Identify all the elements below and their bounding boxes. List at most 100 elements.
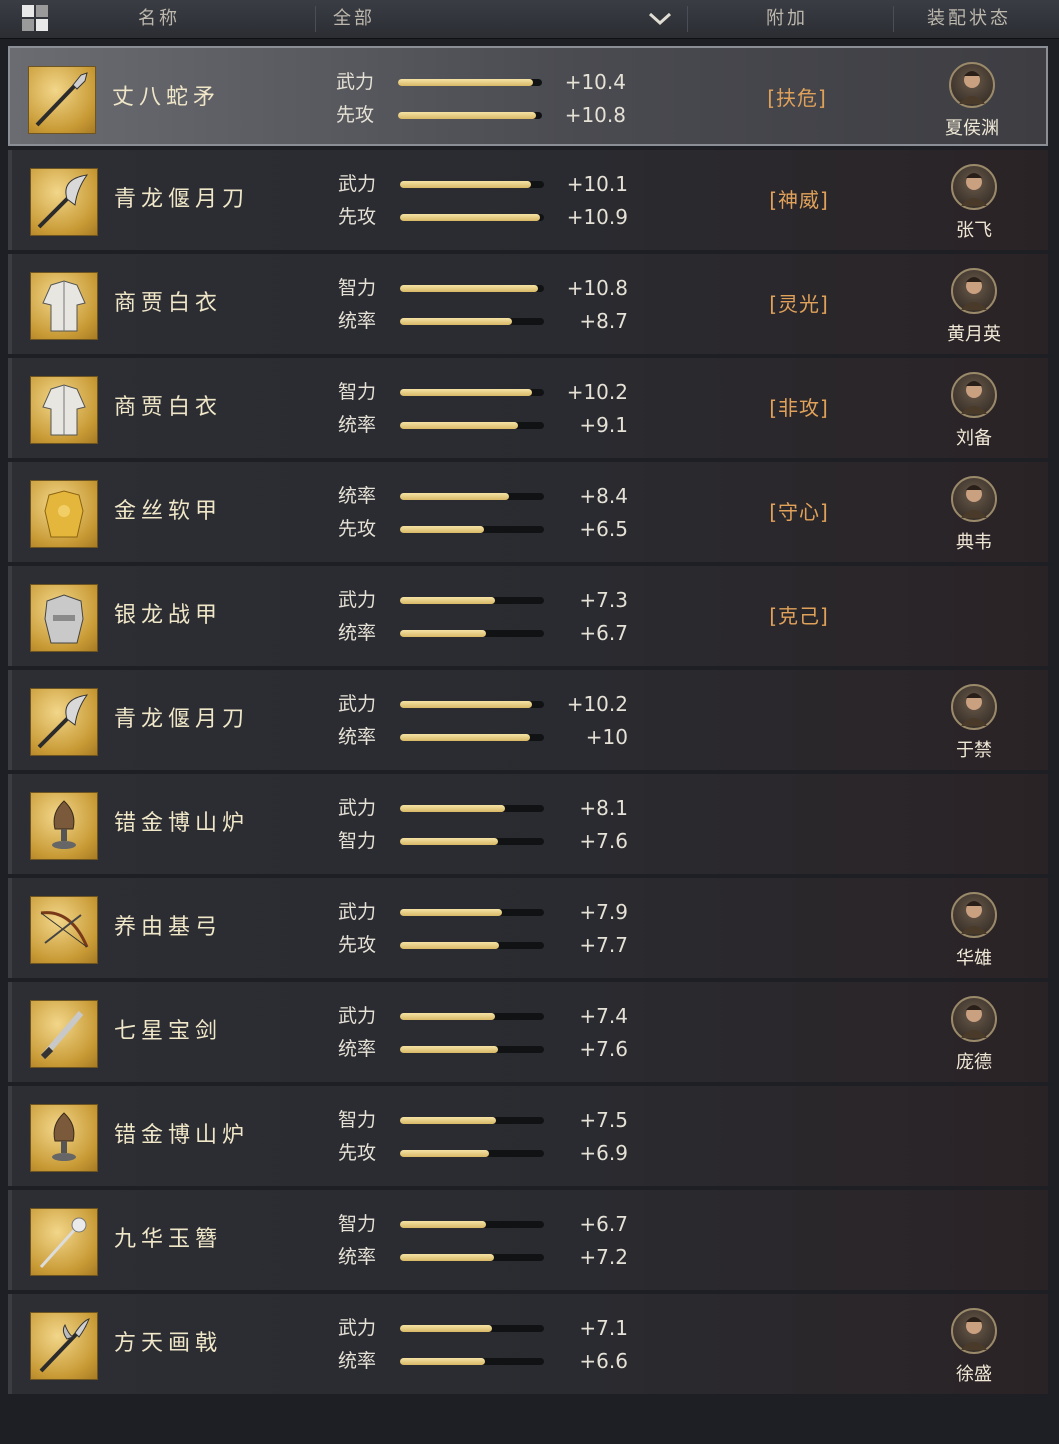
stat-value: +7.4 [579,1004,628,1028]
list-item[interactable]: 方天画戟 武力 +7.1 统率 +6.6 徐盛 [8,1294,1048,1394]
bonus-column-header[interactable]: 附加 [766,0,808,38]
stat-bar-fill [400,942,500,949]
stat-row: 武力 +7.3 [338,586,628,614]
list-item[interactable]: 丈八蛇矛 武力 +10.4 先攻 +10.8 [扶危] 夏侯渊 [8,46,1048,146]
halberd-icon [30,1312,98,1380]
bonus-tag: [克己] [769,604,829,628]
filter-dropdown[interactable]: 全部 [333,0,375,38]
list-item[interactable]: 青龙偃月刀 武力 +10.2 统率 +10 于禁 [8,670,1048,770]
hero-avatar[interactable] [951,684,997,730]
stat-label: 武力 [338,1317,377,1339]
item-name: 错金博山炉 [114,811,250,836]
stat-bar [400,214,544,221]
hero-name: 徐盛 [956,1364,992,1385]
list-item[interactable]: 养由基弓 武力 +7.9 先攻 +7.7 华雄 [8,878,1048,978]
stat-row: 先攻 +7.7 [338,931,628,959]
item-name: 银龙战甲 [114,603,223,628]
bonus-tag: [灵光] [769,292,829,316]
stat-row: 统率 +7.2 [338,1243,628,1271]
stat-value: +10.2 [566,692,628,716]
sword-icon [30,1000,98,1068]
stat-value: +7.3 [579,588,628,612]
stat-value: +10 [585,725,628,749]
stat-label: 先攻 [336,104,375,126]
stat-label: 智力 [338,830,377,852]
stat-row: 统率 +8.4 [338,482,628,510]
layout-toggle-icon[interactable] [22,5,50,33]
stat-label: 统率 [338,622,377,644]
header-divider [687,6,688,32]
hero-avatar[interactable] [951,1308,997,1354]
stat-label: 智力 [338,1109,377,1131]
stat-bar-fill [398,112,537,119]
hero-avatar[interactable] [951,372,997,418]
stat-label: 智力 [338,277,377,299]
stat-value: +7.1 [579,1316,628,1340]
stat-bar [398,79,542,86]
stat-row: 武力 +7.9 [338,898,628,926]
list-item[interactable]: 九华玉簪 智力 +6.7 统率 +7.2 [8,1190,1048,1290]
stat-label: 武力 [336,71,375,93]
bow-icon [30,896,98,964]
stat-value: +8.7 [579,309,628,333]
list-item[interactable]: 青龙偃月刀 武力 +10.1 先攻 +10.9 [神威] 张飞 [8,150,1048,250]
stat-row: 先攻 +10.8 [336,101,626,129]
stat-bar-fill [400,1013,496,1020]
gold-armor-icon [30,480,98,548]
stat-bar-fill [400,214,540,221]
stat-bar-fill [400,909,503,916]
stat-label: 统率 [338,414,377,436]
stat-label: 统率 [338,1038,377,1060]
list-item[interactable]: 错金博山炉 智力 +7.5 先攻 +6.9 [8,1086,1048,1186]
list-item[interactable]: 错金博山炉 武力 +8.1 智力 +7.6 [8,774,1048,874]
hero-avatar[interactable] [951,268,997,314]
stat-bar-fill [400,1046,498,1053]
stat-bar [400,526,544,533]
list-item[interactable]: 七星宝剑 武力 +7.4 统率 +7.6 庞德 [8,982,1048,1082]
stat-bar-fill [400,597,496,604]
stat-value: +6.7 [579,1212,628,1236]
stat-bar-fill [400,1150,490,1157]
white-robe-icon [30,272,98,340]
hero-name: 张飞 [956,220,992,241]
stat-bar [400,1325,544,1332]
stat-label: 武力 [338,901,377,923]
stat-bar-fill [400,493,510,500]
stat-bar-fill [400,1325,493,1332]
stat-label: 武力 [338,1005,377,1027]
stat-bar [400,1046,544,1053]
stat-label: 武力 [338,693,377,715]
serpent-spear-icon [28,66,96,134]
stat-bar [400,422,544,429]
hero-avatar[interactable] [949,62,995,108]
hero-avatar[interactable] [951,164,997,210]
stat-value: +10.9 [566,205,628,229]
stat-label: 统率 [338,1350,377,1372]
stat-row: 武力 +10.2 [338,690,628,718]
list-item[interactable]: 商贾白衣 智力 +10.8 统率 +8.7 [灵光] 黄月英 [8,254,1048,354]
list-item[interactable]: 商贾白衣 智力 +10.2 统率 +9.1 [非攻] 刘备 [8,358,1048,458]
stat-label: 先攻 [338,206,377,228]
stat-value: +7.5 [579,1108,628,1132]
chevron-down-icon[interactable] [648,8,672,28]
stat-value: +7.6 [579,1037,628,1061]
item-name: 养由基弓 [114,915,223,940]
header-divider [893,6,894,32]
stat-row: 先攻 +6.9 [338,1139,628,1167]
list-item[interactable]: 银龙战甲 武力 +7.3 统率 +6.7 [克己] [8,566,1048,666]
hero-avatar[interactable] [951,996,997,1042]
list-item[interactable]: 金丝软甲 统率 +8.4 先攻 +6.5 [守心] 典韦 [8,462,1048,562]
status-column-header[interactable]: 装配状态 [927,0,1011,38]
name-column-header[interactable]: 名称 [138,0,180,38]
hero-avatar[interactable] [951,476,997,522]
stat-label: 智力 [338,1213,377,1235]
stat-bar-fill [400,1254,494,1261]
hero-name: 黄月英 [947,324,1001,345]
stat-bar [400,701,544,708]
hero-avatar[interactable] [951,892,997,938]
stat-label: 统率 [338,485,377,507]
stat-bar [400,1358,544,1365]
stat-value: +6.5 [579,517,628,541]
header-divider [315,6,316,32]
stat-value: +7.2 [579,1245,628,1269]
